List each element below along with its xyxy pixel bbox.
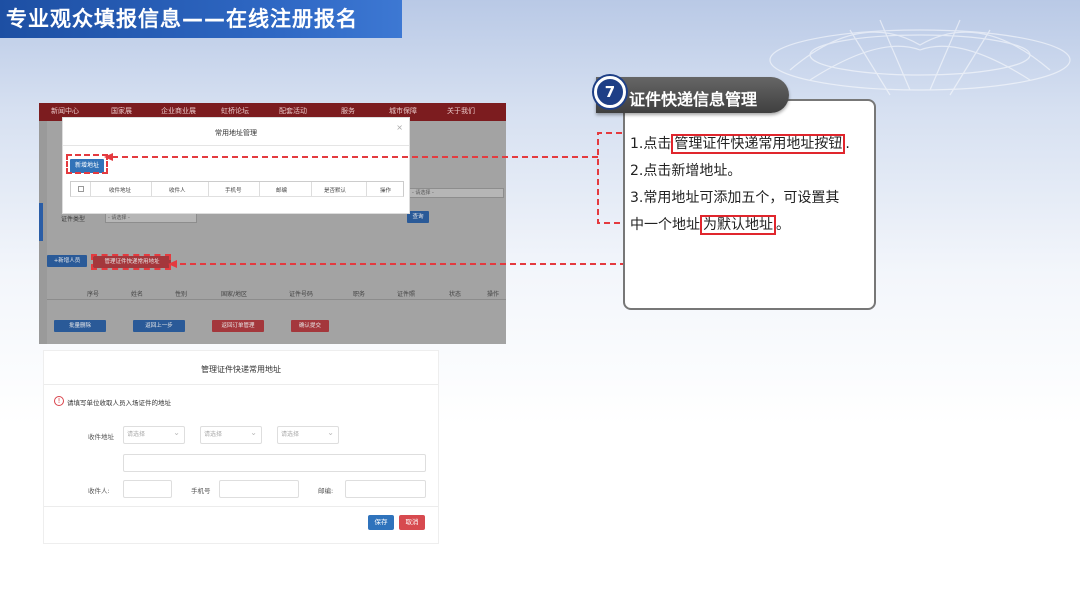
warning-icon: ! bbox=[54, 396, 64, 406]
table-header-cell: 状态 bbox=[449, 291, 462, 298]
filter-select[interactable]: - 请选择 - bbox=[409, 188, 504, 198]
column-header: 邮编 bbox=[276, 188, 288, 194]
column-header: 收件人 bbox=[169, 188, 186, 194]
confirm-submit-button[interactable]: 确认提交 bbox=[291, 320, 329, 332]
column-header: 收件地址 bbox=[109, 188, 132, 194]
table-header-cell: 职务 bbox=[353, 291, 366, 298]
form-divider-bottom bbox=[44, 506, 438, 507]
nav-item[interactable]: 国家展 bbox=[111, 106, 132, 116]
select-all-checkbox[interactable] bbox=[78, 186, 84, 192]
instruction-line-1: 1.点击 管理证件快递常用地址按钮. bbox=[630, 131, 850, 158]
table-header-cell: 证件照 bbox=[397, 291, 416, 298]
add-address-highlight bbox=[66, 154, 108, 174]
instruction-line-2: 2.点击新增地址。 bbox=[630, 163, 742, 179]
table-header-cell: 国家/地区 bbox=[221, 291, 248, 298]
form-divider bbox=[44, 384, 438, 385]
recipient-label: 收件人: bbox=[88, 487, 110, 495]
phone-label: 手机号 bbox=[191, 487, 211, 495]
save-button[interactable]: 保存 bbox=[368, 515, 394, 530]
batch-delete-button[interactable]: 批量删除 bbox=[54, 320, 106, 332]
address-detail-input[interactable] bbox=[123, 454, 426, 472]
instruction-line-4: 中一个地址 为默认地址。 bbox=[630, 212, 790, 239]
order-manage-button[interactable]: 返回订单管理 bbox=[212, 320, 264, 332]
address-form-screenshot: 管理证件快递常用地址 ! 请填写单位收取人员入场证件的地址 收件地址 请选择 请… bbox=[43, 350, 439, 544]
nav-item[interactable]: 虹桥论坛 bbox=[221, 106, 249, 116]
instruction-line-3: 3.常用地址可添加五个，可设置其 bbox=[630, 190, 840, 206]
address-manage-modal: 常用地址管理 × 新增地址 收件地址 收件人 手机号 邮编 是否默认 操作 bbox=[62, 117, 410, 214]
phone-input[interactable] bbox=[219, 480, 299, 498]
filter-label: 证件类型 bbox=[61, 216, 86, 223]
manage-address-highlight bbox=[91, 254, 171, 270]
instruction-text: . bbox=[845, 136, 850, 152]
table-header-cell: 证件号码 bbox=[289, 291, 314, 298]
step-title: 证件快递信息管理 bbox=[629, 90, 758, 109]
nav-item[interactable]: 服务 bbox=[341, 106, 355, 116]
nav-item[interactable]: 关于我们 bbox=[447, 106, 475, 116]
form-title: 管理证件快递常用地址 bbox=[201, 365, 281, 374]
nav-item[interactable]: 配套活动 bbox=[279, 106, 307, 116]
modal-title: 常用地址管理 bbox=[215, 129, 257, 137]
instruction-text: 中一个地址 bbox=[630, 217, 700, 233]
search-button[interactable]: 查询 bbox=[407, 211, 429, 223]
district-select[interactable]: 请选择 bbox=[277, 425, 339, 444]
column-header: 手机号 bbox=[225, 188, 242, 194]
address-label: 收件地址 bbox=[88, 433, 114, 441]
table-header-cell: 序号 bbox=[87, 291, 100, 298]
table-header-cell: 姓名 bbox=[131, 291, 144, 298]
cancel-button[interactable]: 取消 bbox=[399, 515, 425, 530]
page-title: 专业观众填报信息——在线注册报名 bbox=[0, 0, 402, 38]
add-person-button[interactable]: +新增人员 bbox=[47, 255, 87, 267]
highlight-manage-address: 管理证件快递常用地址按钮 bbox=[671, 134, 846, 154]
table-divider bbox=[47, 299, 506, 300]
highlight-default-address: 为默认地址 bbox=[700, 215, 776, 235]
zip-label: 邮编: bbox=[318, 487, 334, 495]
warning-text: 请填写单位收取人员入场证件的地址 bbox=[67, 399, 171, 407]
instruction-text: 1.点击 bbox=[630, 136, 672, 152]
column-header: 是否默认 bbox=[324, 188, 347, 194]
column-header: 操作 bbox=[380, 188, 392, 194]
city-select[interactable]: 请选择 bbox=[200, 425, 262, 444]
table-header-cell: 操作 bbox=[487, 291, 500, 298]
step-number-badge: 7 bbox=[594, 76, 626, 108]
nav-item[interactable]: 新闻中心 bbox=[51, 106, 79, 116]
close-icon[interactable]: × bbox=[396, 123, 403, 132]
filter-select-2[interactable]: - 请选择 - bbox=[105, 213, 197, 223]
modal-divider bbox=[63, 145, 409, 146]
back-button[interactable]: 返回上一步 bbox=[133, 320, 185, 332]
recipient-input[interactable] bbox=[123, 480, 172, 498]
zip-input[interactable] bbox=[345, 480, 426, 498]
side-accent bbox=[39, 203, 43, 241]
table-header-cell: 性别 bbox=[175, 291, 188, 298]
instruction-text: 。 bbox=[776, 217, 790, 233]
province-select[interactable]: 请选择 bbox=[123, 425, 185, 444]
nav-item[interactable]: 城市保障 bbox=[389, 106, 417, 116]
nav-item[interactable]: 企业商业展 bbox=[161, 106, 196, 116]
address-table-header: 收件地址 收件人 手机号 邮编 是否默认 操作 bbox=[70, 181, 404, 197]
